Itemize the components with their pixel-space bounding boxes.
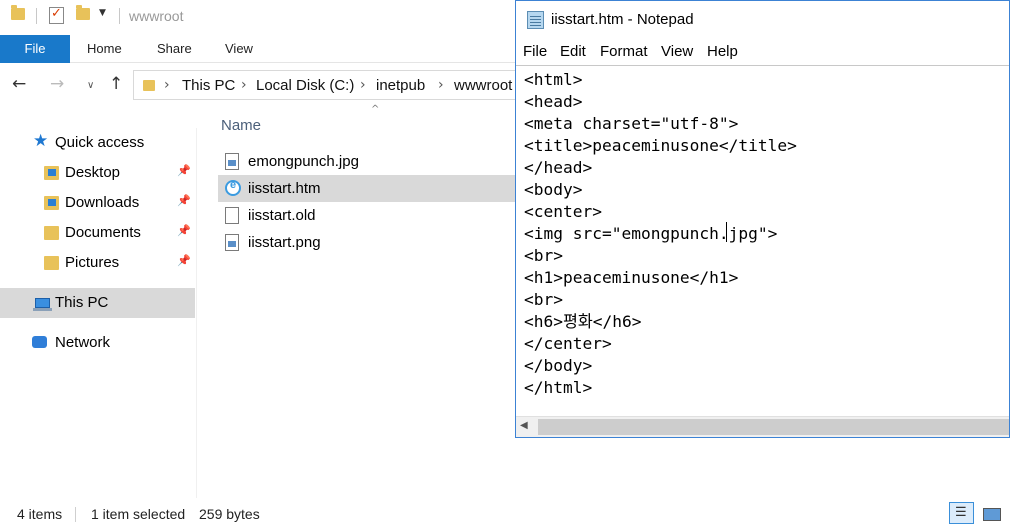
ribbon-tabs: File Home Share View bbox=[0, 35, 520, 63]
file-name: emongpunch.jpg bbox=[248, 153, 359, 170]
pin-icon[interactable]: 📌 bbox=[177, 254, 191, 267]
editor-content[interactable]: <html> <head> <meta charset="utf-8"> <ti… bbox=[524, 69, 797, 399]
pin-icon[interactable]: 📌 bbox=[177, 164, 191, 177]
nav-item-label: Quick access bbox=[55, 134, 145, 151]
new-folder-icon[interactable] bbox=[76, 5, 90, 20]
nav-item-documents[interactable]: Documents 📌 bbox=[0, 218, 195, 248]
selected-size: 259 bytes bbox=[199, 506, 260, 522]
notepad-window: iisstart.htm - Notepad File Edit Format … bbox=[515, 0, 1010, 438]
menu-format[interactable]: Format bbox=[600, 43, 648, 60]
tab-home[interactable]: Home bbox=[87, 35, 122, 63]
image-file-icon bbox=[225, 153, 239, 170]
network-icon bbox=[32, 336, 47, 348]
toolbar-divider bbox=[119, 8, 120, 24]
properties-icon[interactable] bbox=[49, 6, 64, 24]
menu-file[interactable]: File bbox=[523, 43, 547, 60]
nav-item-label: Desktop bbox=[65, 164, 121, 181]
notepad-menu-bar: File Edit Format View Help bbox=[516, 39, 1009, 65]
downloads-folder-icon bbox=[44, 196, 59, 210]
scroll-left-arrow-icon[interactable]: ◀ bbox=[520, 420, 528, 431]
notepad-icon bbox=[527, 11, 544, 29]
file-row[interactable]: iisstart.png bbox=[218, 229, 518, 256]
breadcrumb-separator-icon[interactable]: › bbox=[164, 77, 170, 93]
window-title: wwwroot bbox=[129, 8, 184, 24]
sort-ascending-icon: ^ bbox=[371, 104, 380, 115]
quick-access-toolbar: ▼ wwwroot bbox=[0, 0, 520, 34]
breadcrumb-inetpub[interactable]: inetpub bbox=[376, 77, 425, 94]
image-file-icon bbox=[225, 234, 239, 251]
file-row[interactable]: emongpunch.jpg bbox=[218, 148, 518, 175]
file-name: iisstart.old bbox=[248, 207, 316, 224]
large-icons-view-icon[interactable] bbox=[978, 502, 1003, 524]
nav-item-label: This PC bbox=[55, 294, 109, 311]
nav-item-downloads[interactable]: Downloads 📌 bbox=[0, 188, 195, 218]
selected-count: 1 item selected bbox=[91, 506, 186, 522]
file-row-selected[interactable]: iisstart.htm bbox=[218, 175, 518, 202]
breadcrumb-local-disk[interactable]: Local Disk (C:) bbox=[256, 77, 354, 94]
text-editor[interactable]: <html> <head> <meta charset="utf-8"> <ti… bbox=[516, 65, 1009, 416]
back-arrow-icon[interactable]: ← bbox=[12, 74, 26, 94]
breadcrumb-this-pc[interactable]: This PC bbox=[182, 77, 235, 94]
file-row[interactable]: iisstart.old bbox=[218, 202, 518, 229]
breadcrumb-separator-icon[interactable]: › bbox=[438, 77, 444, 93]
desktop-folder-icon bbox=[44, 166, 59, 180]
computer-icon bbox=[33, 298, 52, 311]
tab-view[interactable]: View bbox=[225, 35, 253, 63]
menu-help[interactable]: Help bbox=[707, 43, 738, 60]
folder-icon bbox=[11, 5, 25, 20]
menu-view[interactable]: View bbox=[661, 43, 693, 60]
nav-item-pictures[interactable]: Pictures 📌 bbox=[0, 248, 195, 278]
customize-toolbar-chevron-icon[interactable]: ▼ bbox=[99, 8, 106, 18]
documents-folder-icon bbox=[44, 226, 59, 240]
nav-item-label: Documents bbox=[65, 224, 141, 241]
file-name: iisstart.png bbox=[248, 234, 321, 251]
breadcrumb-wwwroot[interactable]: wwwroot bbox=[454, 77, 512, 94]
notepad-title-bar[interactable]: iisstart.htm - Notepad bbox=[516, 1, 1009, 39]
menu-edit[interactable]: Edit bbox=[560, 43, 586, 60]
pin-icon[interactable]: 📌 bbox=[177, 194, 191, 207]
pictures-folder-icon bbox=[44, 256, 59, 270]
up-arrow-icon[interactable]: ↑ bbox=[109, 74, 123, 94]
text-caret bbox=[726, 222, 727, 242]
column-header-name[interactable]: Name bbox=[221, 117, 261, 134]
breadcrumb-separator-icon[interactable]: › bbox=[360, 77, 366, 93]
nav-item-label: Network bbox=[55, 334, 111, 351]
address-bar[interactable]: › This PC › Local Disk (C:) › inetpub › … bbox=[133, 70, 520, 100]
nav-item-this-pc[interactable]: This PC bbox=[0, 288, 195, 318]
nav-item-label: Pictures bbox=[65, 254, 120, 271]
nav-item-network[interactable]: Network bbox=[0, 328, 195, 358]
pin-icon[interactable]: 📌 bbox=[177, 224, 191, 237]
nav-item-desktop[interactable]: Desktop 📌 bbox=[0, 158, 195, 188]
nav-item-label: Downloads bbox=[65, 194, 140, 211]
forward-arrow-icon[interactable]: → bbox=[50, 74, 64, 94]
folder-icon bbox=[143, 80, 155, 91]
generic-file-icon bbox=[225, 207, 239, 224]
file-list: ^ Name emongpunch.jpg iisstart.htm iisst… bbox=[218, 100, 518, 500]
nav-item-quick-access[interactable]: ★ Quick access bbox=[0, 128, 195, 158]
scrollbar-thumb[interactable] bbox=[538, 419, 1009, 435]
horizontal-scrollbar[interactable]: ◀ bbox=[516, 416, 1009, 437]
tab-share[interactable]: Share bbox=[157, 35, 192, 63]
breadcrumb-separator-icon[interactable]: › bbox=[241, 77, 247, 93]
status-divider bbox=[75, 507, 76, 522]
notepad-title: iisstart.htm - Notepad bbox=[551, 11, 694, 28]
file-name: iisstart.htm bbox=[248, 180, 321, 197]
toolbar-divider bbox=[36, 8, 37, 24]
tab-file[interactable]: File bbox=[0, 35, 70, 63]
details-view-icon[interactable] bbox=[949, 502, 974, 524]
item-count: 4 items bbox=[17, 506, 63, 522]
html-file-icon bbox=[225, 179, 241, 196]
status-bar: 4 items 1 item selected 259 bytes bbox=[0, 500, 1010, 526]
star-icon: ★ bbox=[33, 131, 49, 150]
recent-locations-chevron-icon[interactable]: ∨ bbox=[87, 80, 94, 91]
navigation-pane: ★ Quick access Desktop 📌 Downloads 📌 Doc… bbox=[0, 128, 197, 498]
